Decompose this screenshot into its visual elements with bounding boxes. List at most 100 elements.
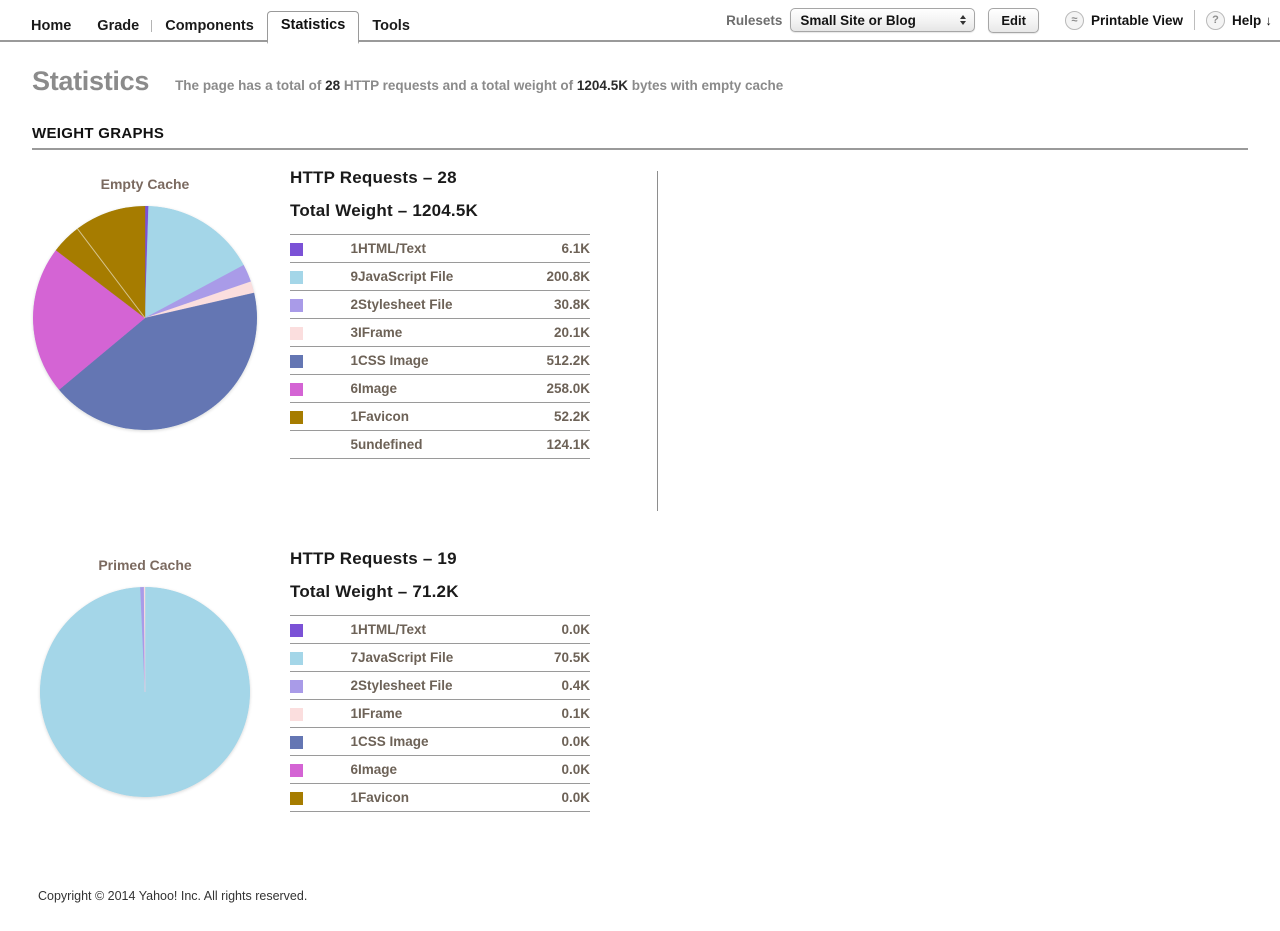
legend-color-swatch: [290, 382, 303, 396]
legend-count: 3: [350, 325, 358, 340]
weight-graphs-container: Empty Cache HTTP Requests – 28 Total Weigh…: [0, 168, 1280, 812]
legend-value: 512.2K: [546, 353, 590, 368]
legend-color-swatch: [290, 410, 303, 424]
legend-category-label: HTML/Text: [358, 241, 426, 256]
legend-color-swatch: [290, 354, 303, 368]
nav-tab-label: Grade: [97, 17, 140, 34]
legend-count: 1: [350, 622, 358, 637]
legend-value: 52.2K: [553, 409, 590, 424]
graph-blocks: Empty Cache HTTP Requests – 28 Total Weigh…: [0, 168, 1280, 812]
legend-category-label: undefined: [358, 437, 423, 452]
legend-column: HTTP Requests – 28 Total Weight – 1204.5K…: [290, 168, 590, 459]
ruleset-select[interactable]: Small Site or Blog: [790, 8, 976, 32]
table-row: 1 IFrame 0.1K: [290, 699, 590, 728]
legend-swatch-cell: [290, 319, 324, 347]
legend-category-label: CSS Image: [358, 353, 429, 368]
edit-ruleset-button[interactable]: Edit: [988, 7, 1039, 33]
page-summary: The page has a total of 28 HTTP requests…: [175, 78, 783, 93]
nav-tab-list: Home Grade Components Statistics Tools: [18, 0, 423, 44]
table-row: 6 Image 258.0K: [290, 374, 590, 403]
legend-value: 0.1K: [561, 706, 590, 721]
table-row: 9 JavaScript File 200.8K: [290, 262, 590, 291]
legend-value: 6.1K: [561, 241, 590, 256]
legend-category-label: Stylesheet File: [358, 678, 453, 693]
legend-value: 200.8K: [546, 269, 590, 284]
legend-count: 1: [350, 241, 358, 256]
help-link[interactable]: Help: [1232, 13, 1261, 28]
legend-count: 2: [350, 678, 358, 693]
legend-value: 0.0K: [561, 734, 590, 749]
table-row: 7 JavaScript File 70.5K: [290, 643, 590, 672]
legend-table: 1 HTML/Text 0.0K 7 JavaScript File 70.5K 2 Styl…: [290, 615, 590, 812]
legend-value: 30.8K: [553, 297, 590, 312]
nav-tab-components[interactable]: Components: [152, 13, 267, 43]
legend-color-swatch: [290, 651, 303, 665]
legend-category-label: Image: [358, 762, 398, 777]
http-requests-title: HTTP Requests – 19: [290, 549, 457, 568]
legend-table: 1 HTML/Text 6.1K 9 JavaScript File 200.8K 2 Sty…: [290, 234, 590, 459]
footer-copyright: Copyright © 2014 Yahoo! Inc. All rights …: [38, 889, 308, 903]
legend-count: 6: [350, 762, 358, 777]
table-row: 1 CSS Image 512.2K: [290, 346, 590, 375]
page-header: Statistics The page has a total of 28 HT…: [32, 66, 1280, 97]
legend-category-label: Image: [358, 381, 398, 396]
legend-value: 124.1K: [546, 437, 590, 452]
table-row: 2 Stylesheet File 30.8K: [290, 290, 590, 319]
nav-tab-home[interactable]: Home: [18, 13, 84, 43]
legend-swatch-cell: [290, 403, 324, 431]
help-chevron-down-icon[interactable]: ↓: [1265, 13, 1272, 28]
legend-count: 7: [350, 650, 358, 665]
printable-view-icon: ≈: [1064, 10, 1084, 30]
graph-block: Empty Cache HTTP Requests – 28 Total Weigh…: [0, 168, 1280, 459]
table-row: 1 HTML/Text 0.0K: [290, 615, 590, 644]
legend-category-label: IFrame: [358, 706, 403, 721]
legend-swatch-cell: [290, 700, 324, 728]
legend-category-label: Favicon: [358, 790, 410, 805]
summary-suffix: bytes with empty cache: [627, 78, 784, 93]
legend-count: 9: [350, 269, 358, 284]
nav-tab-label: Tools: [372, 17, 410, 34]
legend-category-label: Stylesheet File: [358, 297, 453, 312]
legend-count: 5: [350, 437, 358, 452]
page-title: Statistics: [32, 66, 150, 96]
pie-chart-caption: Primed Cache: [98, 557, 192, 573]
legend-swatch-cell: [290, 375, 324, 403]
legend-count: 1: [350, 706, 358, 721]
legend-swatch-cell: [290, 756, 324, 784]
legend-color-swatch: [290, 270, 303, 284]
table-row: 1 HTML/Text 6.1K: [290, 234, 590, 263]
legend-count: 6: [350, 381, 358, 396]
printable-view-link[interactable]: Printable View: [1091, 13, 1183, 28]
legend-color-swatch: [290, 298, 303, 312]
legend-value: 20.1K: [553, 325, 590, 340]
summary-middle: HTTP requests and a total weight of: [340, 78, 577, 93]
help-question-icon: ?: [1205, 10, 1225, 30]
legend-swatch-cell: [290, 235, 324, 263]
nav-toolbar-right: Rulesets Small Site or Blog Edit ≈ Print…: [726, 4, 1272, 36]
pie-chart: [33, 206, 257, 430]
pie-chart-svg: [33, 206, 257, 430]
nav-tab-statistics[interactable]: Statistics: [266, 10, 360, 44]
legend-swatch-cell: [290, 784, 324, 812]
section-title: WEIGHT GRAPHS: [32, 125, 1248, 150]
table-row: 5 undefined 124.1K: [290, 430, 590, 459]
legend-category-label: JavaScript File: [358, 650, 454, 665]
legend-swatch-cell: [290, 291, 324, 319]
legend-color-swatch: [290, 242, 303, 256]
legend-category-label: JavaScript File: [358, 269, 454, 284]
legend-swatch-cell: [290, 263, 324, 291]
nav-tab-tools[interactable]: Tools: [359, 13, 423, 43]
legend-count: 2: [350, 297, 358, 312]
legend-swatch-cell: [290, 728, 324, 756]
nav-tab-label: Home: [31, 17, 72, 34]
legend-category-label: Favicon: [358, 409, 410, 424]
legend-swatch-cell: [290, 644, 324, 672]
legend-value: 258.0K: [546, 381, 590, 396]
legend-value: 0.0K: [561, 622, 590, 637]
nav-tab-grade[interactable]: Grade: [84, 13, 153, 43]
pie-chart-caption: Empty Cache: [100, 176, 190, 192]
legend-count: 1: [350, 409, 358, 424]
legend-color-swatch: [290, 326, 303, 340]
nav-tab-label: Statistics: [280, 16, 346, 33]
legend-swatch-cell: [290, 431, 324, 459]
